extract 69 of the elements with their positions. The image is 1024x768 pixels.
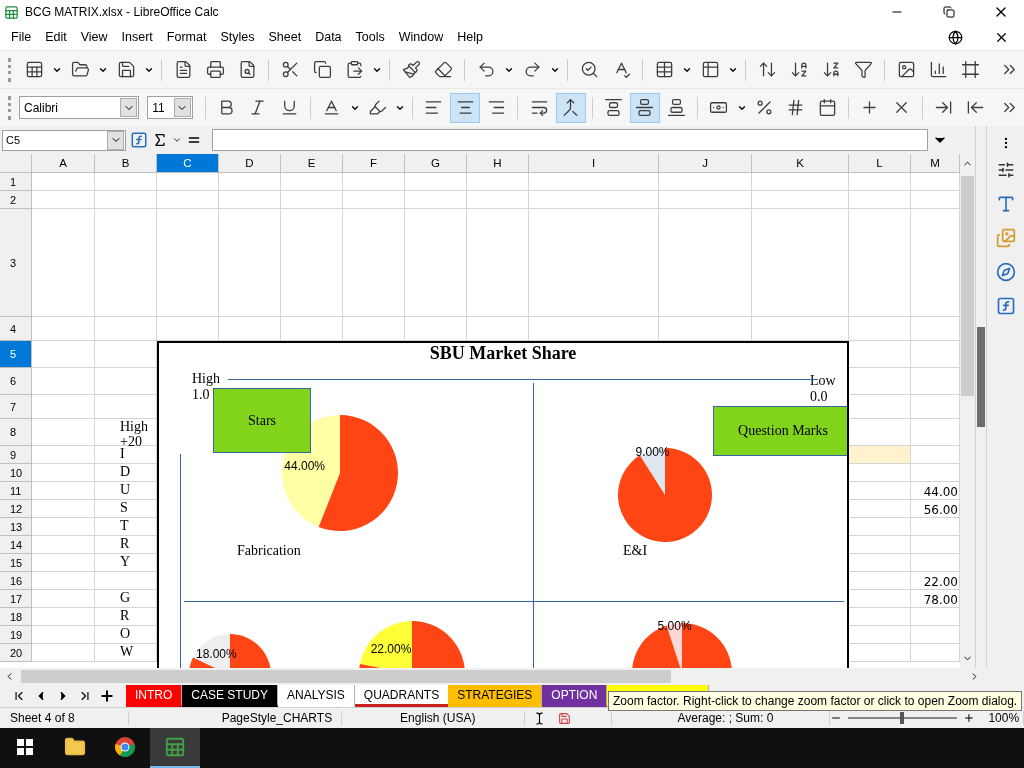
row-header[interactable]: 18 — [0, 608, 32, 626]
sheet-tab[interactable]: OPTION — [542, 685, 608, 707]
row-header[interactable]: 5 — [0, 341, 32, 368]
data-label: 22.00% — [370, 641, 412, 656]
pie-label: Fabrication — [237, 543, 301, 559]
row-header[interactable]: 19 — [0, 626, 32, 644]
axis-value: 1.0 — [192, 387, 211, 403]
menu-item[interactable]: Sheet — [261, 28, 309, 46]
row-header[interactable]: 11 — [0, 482, 32, 500]
column-header[interactable]: J — [659, 154, 752, 173]
column-header[interactable]: M — [911, 154, 960, 173]
row-header[interactable]: 16 — [0, 572, 32, 590]
font-name-field[interactable]: Calibri — [19, 96, 140, 119]
menu-item[interactable]: Tools — [348, 28, 392, 46]
row-header[interactable]: 8 — [0, 419, 32, 446]
row-header[interactable]: 12 — [0, 500, 32, 518]
font-size-field[interactable]: 11 — [147, 96, 193, 119]
sheet-tab[interactable]: CASE STUDY — [182, 685, 279, 707]
chart-title: SBU Market Share — [428, 343, 578, 364]
column-header[interactable]: D — [219, 154, 281, 173]
axis-label: High — [192, 371, 220, 387]
window-title: BCG MATRIX.xlsx - LibreOffice Calc — [25, 5, 220, 19]
language: English (USA) — [341, 711, 525, 725]
column-header[interactable]: G — [405, 154, 467, 173]
quadrant-label: Question Marks — [713, 406, 847, 456]
quadrant-label: Stars — [213, 388, 311, 453]
sheet-tab[interactable]: STRATEGIES — [448, 685, 543, 707]
menu-item[interactable]: Edit — [38, 28, 74, 46]
axis-value: 0.0 — [810, 389, 829, 405]
column-header[interactable]: A — [32, 154, 95, 173]
row-header[interactable]: 20 — [0, 644, 32, 662]
row-header[interactable]: 2 — [0, 191, 32, 209]
sheet-tab[interactable]: QUADRANTS — [354, 685, 449, 707]
row-header[interactable]: 9 — [0, 446, 32, 464]
row-header[interactable]: 17 — [0, 590, 32, 608]
row-header[interactable]: 13 — [0, 518, 32, 536]
column-header[interactable]: K — [752, 154, 849, 173]
row-header[interactable]: 15 — [0, 554, 32, 572]
axis-label: Low — [810, 373, 836, 389]
menu-item[interactable]: Format — [159, 28, 214, 46]
row-header[interactable]: 7 — [0, 395, 32, 419]
tooltip: Zoom factor. Right-click to change zoom factor or click to open Zoom dialog. — [608, 691, 1023, 711]
data-label: 44.00% — [284, 459, 326, 474]
row-header[interactable]: 6 — [0, 368, 32, 395]
menu-item[interactable]: Styles — [213, 28, 262, 46]
column-header[interactable]: F — [343, 154, 405, 173]
row-header[interactable]: 1 — [0, 173, 32, 191]
menu-item[interactable]: Window — [391, 28, 451, 46]
row-header[interactable]: 14 — [0, 536, 32, 554]
pie-label: E&I — [623, 543, 648, 559]
column-header[interactable]: L — [849, 154, 911, 173]
menu-item[interactable]: Help — [450, 28, 490, 46]
column-header[interactable]: I — [529, 154, 659, 173]
menu-item[interactable]: Data — [308, 28, 349, 46]
row-header[interactable]: 3 — [0, 209, 32, 317]
page-style: PageStyle_CHARTS — [203, 711, 342, 725]
column-header[interactable]: H — [467, 154, 529, 173]
row-header[interactable]: 10 — [0, 464, 32, 482]
menu-item[interactable]: File — [4, 28, 39, 46]
sheet-indicator: Sheet 4 of 8 — [0, 711, 129, 725]
name-box[interactable]: C5 — [2, 129, 126, 151]
menu-item[interactable]: View — [73, 28, 115, 46]
column-header[interactable]: C — [157, 154, 219, 173]
column-header[interactable]: E — [281, 154, 343, 173]
sheet-tab[interactable]: INTRO — [126, 685, 183, 707]
row-header[interactable]: 4 — [0, 317, 32, 341]
column-header[interactable]: B — [95, 154, 157, 173]
menu-item[interactable]: Insert — [114, 28, 160, 46]
sheet-tab[interactable]: ANALYSIS — [278, 685, 355, 707]
